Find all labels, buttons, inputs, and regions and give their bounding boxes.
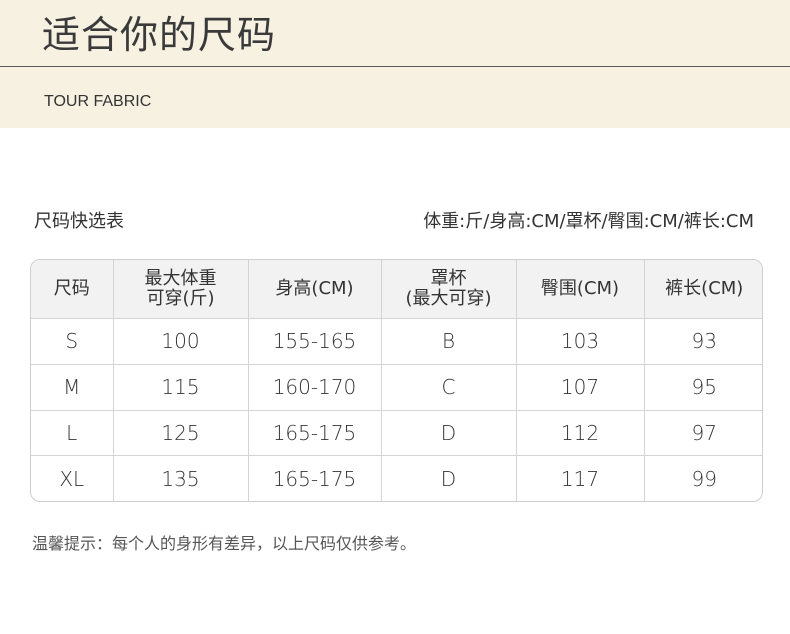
table-row: XL 135 165-175 D 117 99 (31, 455, 762, 501)
header-cell-max-weight: 最大体重 可穿(斤) (113, 260, 249, 319)
table-caption: 尺码快选表 (34, 211, 124, 232)
table-cell: 165-175 (248, 455, 382, 501)
table-cell: 155-165 (248, 318, 382, 365)
table-cell: XL (31, 455, 114, 501)
table-cell: C (381, 364, 517, 411)
table-cell: 100 (113, 318, 249, 365)
table-row: L 125 165-175 D 112 97 (31, 410, 762, 457)
table-cell: 135 (113, 455, 249, 501)
table-cell: 112 (516, 410, 645, 457)
header-cell-cup: 罩杯 (最大可穿) (381, 260, 517, 319)
table-row: S 100 155-165 B 103 93 (31, 318, 762, 365)
header-cell-height: 身高(CM) (248, 260, 382, 319)
table-header-row: 尺码 最大体重 可穿(斤) 身高(CM) 罩杯 (最大可穿) 臀围(CM) 裤长(C… (31, 260, 762, 319)
brand-subtitle: TOUR FABRIC (44, 93, 152, 110)
table-cell: 93 (644, 318, 762, 365)
table-cell: 115 (113, 364, 249, 411)
header-divider (0, 66, 790, 67)
table-cell: M (31, 364, 114, 411)
table-cell: B (381, 318, 517, 365)
table-cell: 95 (644, 364, 762, 411)
table-cell: L (31, 410, 114, 457)
size-chart-table: 尺码 最大体重 可穿(斤) 身高(CM) 罩杯 (最大可穿) 臀围(CM) 裤长(C… (30, 259, 763, 502)
table-cell: 97 (644, 410, 762, 457)
footer-note: 温馨提示：每个人的身形有差异，以上尺码仅供参考。 (32, 534, 417, 553)
header-cell-hip: 臀围(CM) (516, 260, 645, 319)
table-cell: 117 (516, 455, 645, 501)
table-cell: D (381, 455, 517, 501)
table-cell: 107 (516, 364, 645, 411)
page-title: 适合你的尺码 (42, 13, 277, 57)
table-cell: 99 (691, 466, 717, 491)
header-banner: 适合你的尺码 TOUR FABRIC (0, 0, 790, 128)
table-cell: S (31, 318, 114, 365)
table-cell: D (381, 410, 517, 457)
table-cell: 103 (516, 318, 645, 365)
units-note: 体重:斤/身高:CM/罩杯/臀围:CM/裤长:CM (423, 211, 754, 232)
header-cell-size: 尺码 (31, 260, 114, 319)
table-cell: 165-175 (248, 410, 382, 457)
table-cell: 125 (113, 410, 249, 457)
table-cell: 160-170 (248, 364, 382, 411)
table-row: M 115 160-170 C 107 95 (31, 364, 762, 411)
header-cell-pants-length: 裤长(CM) (644, 260, 762, 319)
